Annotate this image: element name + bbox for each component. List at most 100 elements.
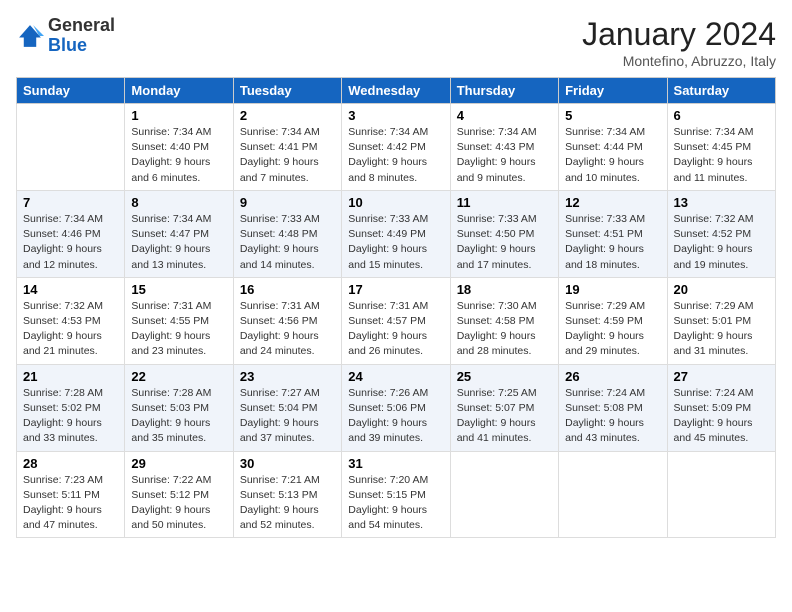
calendar-cell: 31 Sunrise: 7:20 AM Sunset: 5:15 PM Dayli… — [342, 451, 450, 538]
day-number: 4 — [457, 108, 552, 123]
calendar-cell: 24Sunrise: 7:26 AM Sunset: 5:06 PM Dayli… — [342, 364, 450, 451]
day-number: 28 — [23, 456, 118, 471]
header-sunday: Sunday — [17, 78, 125, 104]
day-info: Sunrise: 7:22 AM Sunset: 5:12 PM Dayligh… — [131, 473, 226, 534]
day-number: 24 — [348, 369, 443, 384]
calendar-cell: 27Sunrise: 7:24 AM Sunset: 5:09 PM Dayli… — [667, 364, 775, 451]
calendar-cell: 8 Sunrise: 7:34 AM Sunset: 4:47 PM Daylig… — [125, 190, 233, 277]
day-info: Sunrise: 7:34 AM Sunset: 4:46 PM Dayligh… — [23, 212, 118, 273]
day-number: 22 — [131, 369, 226, 384]
header-friday: Friday — [559, 78, 667, 104]
month-title: January 2024 — [582, 16, 776, 53]
day-number: 11 — [457, 195, 552, 210]
logo-icon — [16, 22, 44, 50]
day-info: Sunrise: 7:34 AM Sunset: 4:40 PM Dayligh… — [131, 125, 226, 186]
calendar-cell: 30Sunrise: 7:21 AM Sunset: 5:13 PM Dayli… — [233, 451, 341, 538]
day-info: Sunrise: 7:23 AM Sunset: 5:11 PM Dayligh… — [23, 473, 118, 534]
header-monday: Monday — [125, 78, 233, 104]
day-number: 9 — [240, 195, 335, 210]
calendar-cell: 25 Sunrise: 7:25 AM Sunset: 5:07 PM Dayli… — [450, 364, 558, 451]
day-info: Sunrise: 7:30 AM Sunset: 4:58 PM Dayligh… — [457, 299, 552, 360]
day-info: Sunrise: 7:20 AM Sunset: 5:15 PM Dayligh… — [348, 473, 443, 534]
week-row-4: 21 Sunrise: 7:28 AM Sunset: 5:02 PM Dayli… — [17, 364, 776, 451]
calendar-cell: 11 Sunrise: 7:33 AM Sunset: 4:50 PM Dayli… — [450, 190, 558, 277]
day-number: 25 — [457, 369, 552, 384]
calendar-cell: 21 Sunrise: 7:28 AM Sunset: 5:02 PM Dayli… — [17, 364, 125, 451]
day-number: 7 — [23, 195, 118, 210]
calendar-cell — [667, 451, 775, 538]
day-info: Sunrise: 7:27 AM Sunset: 5:04 PM Dayligh… — [240, 386, 335, 447]
day-number: 8 — [131, 195, 226, 210]
day-info: Sunrise: 7:21 AM Sunset: 5:13 PM Dayligh… — [240, 473, 335, 534]
day-info: Sunrise: 7:32 AM Sunset: 4:53 PM Dayligh… — [23, 299, 118, 360]
day-number: 3 — [348, 108, 443, 123]
calendar-cell: 14 Sunrise: 7:32 AM Sunset: 4:53 PM Dayli… — [17, 277, 125, 364]
day-number: 1 — [131, 108, 226, 123]
day-number: 23 — [240, 369, 335, 384]
day-info: Sunrise: 7:31 AM Sunset: 4:55 PM Dayligh… — [131, 299, 226, 360]
calendar-cell: 19 Sunrise: 7:29 AM Sunset: 4:59 PM Dayli… — [559, 277, 667, 364]
day-number: 26 — [565, 369, 660, 384]
day-number: 13 — [674, 195, 769, 210]
day-info: Sunrise: 7:34 AM Sunset: 4:47 PM Dayligh… — [131, 212, 226, 273]
day-number: 29 — [131, 456, 226, 471]
week-row-5: 28 Sunrise: 7:23 AM Sunset: 5:11 PM Dayli… — [17, 451, 776, 538]
day-number: 6 — [674, 108, 769, 123]
day-number: 17 — [348, 282, 443, 297]
calendar-table: SundayMondayTuesdayWednesdayThursdayFrid… — [16, 77, 776, 538]
day-info: Sunrise: 7:34 AM Sunset: 4:44 PM Dayligh… — [565, 125, 660, 186]
day-info: Sunrise: 7:34 AM Sunset: 4:42 PM Dayligh… — [348, 125, 443, 186]
calendar-cell: 12Sunrise: 7:33 AM Sunset: 4:51 PM Dayli… — [559, 190, 667, 277]
day-number: 21 — [23, 369, 118, 384]
day-info: Sunrise: 7:24 AM Sunset: 5:08 PM Dayligh… — [565, 386, 660, 447]
header-tuesday: Tuesday — [233, 78, 341, 104]
calendar-cell: 7 Sunrise: 7:34 AM Sunset: 4:46 PM Daylig… — [17, 190, 125, 277]
calendar-cell: 4Sunrise: 7:34 AM Sunset: 4:43 PM Daylig… — [450, 104, 558, 191]
logo-text: General Blue — [48, 16, 115, 56]
day-info: Sunrise: 7:28 AM Sunset: 5:02 PM Dayligh… — [23, 386, 118, 447]
page-header: General Blue January 2024 Montefino, Abr… — [16, 16, 776, 69]
day-number: 20 — [674, 282, 769, 297]
day-info: Sunrise: 7:33 AM Sunset: 4:48 PM Dayligh… — [240, 212, 335, 273]
week-row-2: 7 Sunrise: 7:34 AM Sunset: 4:46 PM Daylig… — [17, 190, 776, 277]
calendar-cell: 16 Sunrise: 7:31 AM Sunset: 4:56 PM Dayli… — [233, 277, 341, 364]
calendar-cell: 13Sunrise: 7:32 AM Sunset: 4:52 PM Dayli… — [667, 190, 775, 277]
calendar-cell — [559, 451, 667, 538]
day-number: 16 — [240, 282, 335, 297]
day-number: 19 — [565, 282, 660, 297]
calendar-cell — [450, 451, 558, 538]
day-info: Sunrise: 7:24 AM Sunset: 5:09 PM Dayligh… — [674, 386, 769, 447]
day-number: 12 — [565, 195, 660, 210]
day-number: 2 — [240, 108, 335, 123]
day-number: 10 — [348, 195, 443, 210]
calendar-cell: 3 Sunrise: 7:34 AM Sunset: 4:42 PM Daylig… — [342, 104, 450, 191]
calendar-cell: 1 Sunrise: 7:34 AM Sunset: 4:40 PM Daylig… — [125, 104, 233, 191]
header-wednesday: Wednesday — [342, 78, 450, 104]
title-block: January 2024 Montefino, Abruzzo, Italy — [582, 16, 776, 69]
calendar-cell: 10Sunrise: 7:33 AM Sunset: 4:49 PM Dayli… — [342, 190, 450, 277]
day-number: 15 — [131, 282, 226, 297]
day-number: 14 — [23, 282, 118, 297]
logo: General Blue — [16, 16, 115, 56]
header-row: SundayMondayTuesdayWednesdayThursdayFrid… — [17, 78, 776, 104]
day-number: 5 — [565, 108, 660, 123]
calendar-cell: 15 Sunrise: 7:31 AM Sunset: 4:55 PM Dayli… — [125, 277, 233, 364]
header-saturday: Saturday — [667, 78, 775, 104]
calendar-cell: 23 Sunrise: 7:27 AM Sunset: 5:04 PM Dayli… — [233, 364, 341, 451]
day-info: Sunrise: 7:33 AM Sunset: 4:50 PM Dayligh… — [457, 212, 552, 273]
week-row-1: 1 Sunrise: 7:34 AM Sunset: 4:40 PM Daylig… — [17, 104, 776, 191]
calendar-cell: 18Sunrise: 7:30 AM Sunset: 4:58 PM Dayli… — [450, 277, 558, 364]
day-info: Sunrise: 7:31 AM Sunset: 4:57 PM Dayligh… — [348, 299, 443, 360]
calendar-cell: 2Sunrise: 7:34 AM Sunset: 4:41 PM Daylig… — [233, 104, 341, 191]
day-info: Sunrise: 7:31 AM Sunset: 4:56 PM Dayligh… — [240, 299, 335, 360]
day-info: Sunrise: 7:29 AM Sunset: 5:01 PM Dayligh… — [674, 299, 769, 360]
location: Montefino, Abruzzo, Italy — [582, 53, 776, 69]
calendar-cell — [17, 104, 125, 191]
day-info: Sunrise: 7:29 AM Sunset: 4:59 PM Dayligh… — [565, 299, 660, 360]
day-info: Sunrise: 7:25 AM Sunset: 5:07 PM Dayligh… — [457, 386, 552, 447]
calendar-cell: 20 Sunrise: 7:29 AM Sunset: 5:01 PM Dayli… — [667, 277, 775, 364]
calendar-cell: 17 Sunrise: 7:31 AM Sunset: 4:57 PM Dayli… — [342, 277, 450, 364]
day-number: 31 — [348, 456, 443, 471]
calendar-cell: 5 Sunrise: 7:34 AM Sunset: 4:44 PM Daylig… — [559, 104, 667, 191]
day-info: Sunrise: 7:34 AM Sunset: 4:45 PM Dayligh… — [674, 125, 769, 186]
